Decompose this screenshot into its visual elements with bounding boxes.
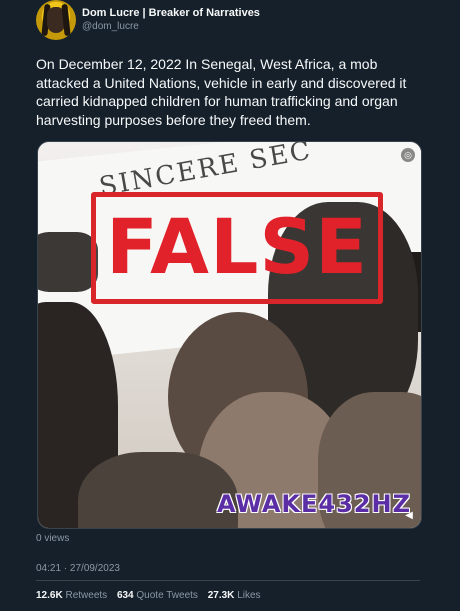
tweet-media-video[interactable]: SINCERE SEC FALSE AWAKE432HZ ◎ ◀ bbox=[37, 141, 422, 529]
tweet-timestamp[interactable]: 04:21 · 27/09/2023 bbox=[36, 563, 120, 574]
retweets-count: 12.6K bbox=[36, 590, 63, 601]
mute-icon[interactable]: ◀ bbox=[403, 510, 415, 522]
retweets-label: Retweets bbox=[65, 590, 108, 601]
false-stamp: FALSE bbox=[91, 192, 383, 304]
engagement-stats: 12.6K Retweets 634 Quote Tweets 27.3K Li… bbox=[36, 590, 268, 601]
watermark-text: AWAKE432HZ bbox=[216, 490, 411, 518]
tweet-header: Dom Lucre | Breaker of Narratives @dom_l… bbox=[36, 0, 420, 44]
quote-tweets-count: 634 bbox=[116, 590, 134, 601]
tweet-text: On December 12, 2022 In Senegal, West Af… bbox=[36, 56, 407, 128]
quote-tweets-label: Quote Tweets bbox=[136, 590, 198, 601]
avatar[interactable] bbox=[36, 0, 76, 40]
view-count: 0 views bbox=[36, 533, 70, 544]
media-info-icon[interactable]: ◎ bbox=[401, 148, 415, 162]
avatar-hair bbox=[61, 3, 71, 37]
figure-shape bbox=[38, 232, 98, 292]
author-handle[interactable]: @dom_lucre bbox=[82, 21, 139, 32]
figure-shape bbox=[78, 452, 238, 528]
likes-count: 27.3K bbox=[207, 590, 235, 601]
likes-stat[interactable]: 27.3K Likes bbox=[208, 590, 261, 601]
false-stamp-label: FALSE bbox=[105, 202, 369, 291]
divider bbox=[36, 580, 420, 581]
author-display-name[interactable]: Dom Lucre | Breaker of Narratives bbox=[82, 7, 260, 19]
quote-tweets-stat[interactable]: 634 Quote Tweets bbox=[117, 590, 198, 601]
retweets-stat[interactable]: 12.6K Retweets bbox=[36, 590, 107, 601]
likes-label: Likes bbox=[237, 590, 261, 601]
